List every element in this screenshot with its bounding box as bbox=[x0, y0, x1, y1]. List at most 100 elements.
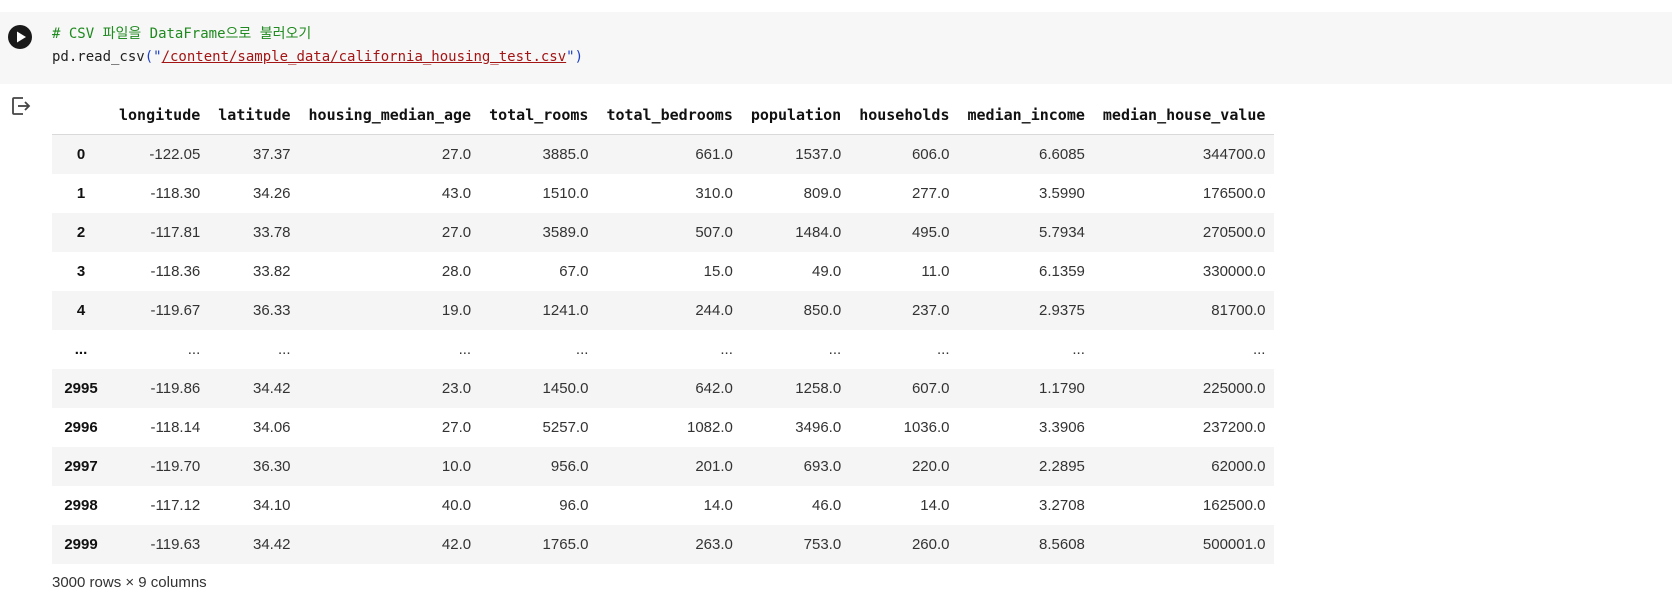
code-editor[interactable]: # CSV 파일을 DataFrame으로 불러오기 pd.read_csv("… bbox=[52, 23, 583, 69]
row-index: 0 bbox=[76, 145, 86, 163]
dataframe-table: longitude latitude housing_median_age total… bbox=[52, 96, 1275, 564]
table-cell: 34.10 bbox=[252, 496, 291, 514]
table-cell: ... bbox=[187, 340, 201, 358]
table-cell: 1484.0 bbox=[795, 223, 842, 241]
table-row: 1 -118.30 34.26 43.0 1510.0 310.0 809.0 277.0 3.… bbox=[52, 174, 1274, 213]
index-header bbox=[52, 96, 110, 135]
table-cell: 642.0 bbox=[695, 379, 733, 397]
table-cell: -119.70 bbox=[150, 457, 201, 475]
table-cell: 1036.0 bbox=[903, 418, 950, 436]
table-cell: 34.42 bbox=[252, 535, 291, 553]
table-cell: 27.0 bbox=[441, 418, 472, 436]
column-header-households: households bbox=[850, 96, 959, 135]
table-cell: 46.0 bbox=[811, 496, 842, 514]
table-cell: -118.14 bbox=[150, 418, 201, 436]
table-cell: ... bbox=[936, 340, 950, 358]
table-cell: ... bbox=[828, 340, 842, 358]
row-index: 2999 bbox=[64, 535, 98, 553]
table-cell: 10.0 bbox=[441, 457, 472, 475]
row-index: 4 bbox=[76, 301, 86, 319]
table-cell: 495.0 bbox=[911, 223, 950, 241]
table-cell: 3589.0 bbox=[542, 223, 589, 241]
table-row: 3 -118.36 33.82 28.0 67.0 15.0 49.0 11.0 6.1359 3… bbox=[52, 252, 1274, 291]
table-cell: 809.0 bbox=[803, 184, 842, 202]
table-cell: 6.1359 bbox=[1039, 262, 1085, 280]
table-cell: 96.0 bbox=[559, 496, 589, 514]
row-index: 2998 bbox=[64, 496, 98, 514]
table-cell: 1765.0 bbox=[542, 535, 589, 553]
code-call: pd.read_csv bbox=[52, 49, 145, 65]
table-cell: 260.0 bbox=[911, 535, 950, 553]
row-index: 2 bbox=[76, 223, 86, 241]
table-cell: 1510.0 bbox=[542, 184, 589, 202]
table-row: 2998 -117.12 34.10 40.0 96.0 14.0 46.0 14.0 3.27… bbox=[52, 486, 1274, 525]
table-cell: ... bbox=[575, 340, 589, 358]
table-cell: 310.0 bbox=[695, 184, 733, 202]
table-cell: 237200.0 bbox=[1202, 418, 1266, 436]
row-index: 2995 bbox=[64, 379, 98, 397]
table-cell: 2.2895 bbox=[1039, 457, 1085, 475]
table-cell: 263.0 bbox=[695, 535, 733, 553]
table-cell: 1241.0 bbox=[542, 301, 589, 319]
table-cell: 277.0 bbox=[911, 184, 950, 202]
table-row: 4 -119.67 36.33 19.0 1241.0 244.0 850.0 237.0 2.… bbox=[52, 290, 1275, 330]
table-cell: 176500.0 bbox=[1202, 184, 1266, 202]
table-cell: 5257.0 bbox=[542, 418, 589, 436]
code-comment: # CSV 파일을 DataFrame으로 불러오기 bbox=[52, 26, 312, 42]
run-cell-button[interactable] bbox=[8, 25, 32, 49]
table-cell: 34.06 bbox=[252, 418, 291, 436]
table-cell: 956.0 bbox=[550, 457, 589, 475]
table-cell: 34.26 bbox=[252, 184, 291, 202]
table-row: 2997 -119.70 36.30 10.0 956.0 201.0 693.0 220.0… bbox=[52, 446, 1275, 486]
table-body: 0 -122.05 37.37 27.0 3885.0 661.0 1537.0 606.0 6… bbox=[52, 134, 1275, 564]
table-cell: 11.0 bbox=[921, 262, 950, 280]
table-cell: ... bbox=[1072, 340, 1085, 358]
table-cell: 1258.0 bbox=[795, 379, 842, 397]
code-close-paren: ") bbox=[566, 49, 584, 65]
table-cell: -119.86 bbox=[150, 379, 201, 397]
table-cell: 5.7934 bbox=[1039, 223, 1085, 241]
table-cell: 28.0 bbox=[441, 262, 472, 280]
table-cell: 3.2708 bbox=[1039, 496, 1085, 514]
table-cell: 2.9375 bbox=[1039, 301, 1085, 319]
table-cell: 850.0 bbox=[803, 301, 842, 319]
row-index: 2996 bbox=[64, 418, 98, 436]
code-path-string: /content/sample_data/california_housing_… bbox=[161, 49, 567, 65]
table-cell: -117.12 bbox=[150, 496, 201, 514]
table-cell: 27.0 bbox=[441, 223, 472, 241]
table-cell: 500001.0 bbox=[1202, 535, 1266, 553]
table-cell: 14.0 bbox=[703, 496, 733, 514]
code-cell[interactable]: # CSV 파일을 DataFrame으로 불러오기 pd.read_csv("… bbox=[0, 12, 1672, 84]
table-cell: 1537.0 bbox=[795, 145, 842, 163]
table-cell: 23.0 bbox=[441, 379, 472, 397]
table-cell: -119.63 bbox=[150, 535, 201, 553]
row-index: 1 bbox=[76, 184, 86, 202]
table-cell: 3.5990 bbox=[1039, 184, 1085, 202]
table-cell: 8.5608 bbox=[1039, 535, 1085, 553]
table-cell: 3.3906 bbox=[1039, 418, 1085, 436]
table-cell: 42.0 bbox=[441, 535, 472, 553]
code-open-paren: (" bbox=[144, 49, 162, 65]
table-cell: 220.0 bbox=[911, 457, 950, 475]
table-cell: 344700.0 bbox=[1202, 145, 1266, 163]
table-cell: 6.6085 bbox=[1039, 145, 1085, 163]
output-redirect-icon[interactable] bbox=[9, 94, 33, 118]
row-index: 3 bbox=[76, 262, 86, 280]
table-cell: -117.81 bbox=[150, 223, 201, 241]
table-row: 2999 -119.63 34.42 42.0 1765.0 263.0 753.0 260.… bbox=[52, 524, 1275, 564]
table-row: 2996 -118.14 34.06 27.0 5257.0 1082.0 3496.0 10… bbox=[52, 408, 1274, 447]
table-cell: 661.0 bbox=[695, 145, 733, 163]
table-cell: 37.37 bbox=[252, 145, 291, 163]
table-cell: 19.0 bbox=[441, 301, 472, 319]
column-header-total-bedrooms: total_bedrooms bbox=[597, 96, 742, 135]
column-header-latitude: latitude bbox=[209, 96, 300, 135]
table-cell: 27.0 bbox=[441, 145, 472, 163]
table-cell: 1.1790 bbox=[1039, 379, 1085, 397]
table-cell: 201.0 bbox=[695, 457, 733, 475]
column-header-housing-median-age: housing_median_age bbox=[299, 96, 481, 135]
table-row: .............................. bbox=[52, 330, 1274, 369]
table-row: 2995 -119.86 34.42 23.0 1450.0 642.0 1258.0 607… bbox=[52, 368, 1275, 408]
table-cell: 33.82 bbox=[252, 262, 291, 280]
table-cell: 34.42 bbox=[252, 379, 291, 397]
table-cell: 753.0 bbox=[803, 535, 842, 553]
